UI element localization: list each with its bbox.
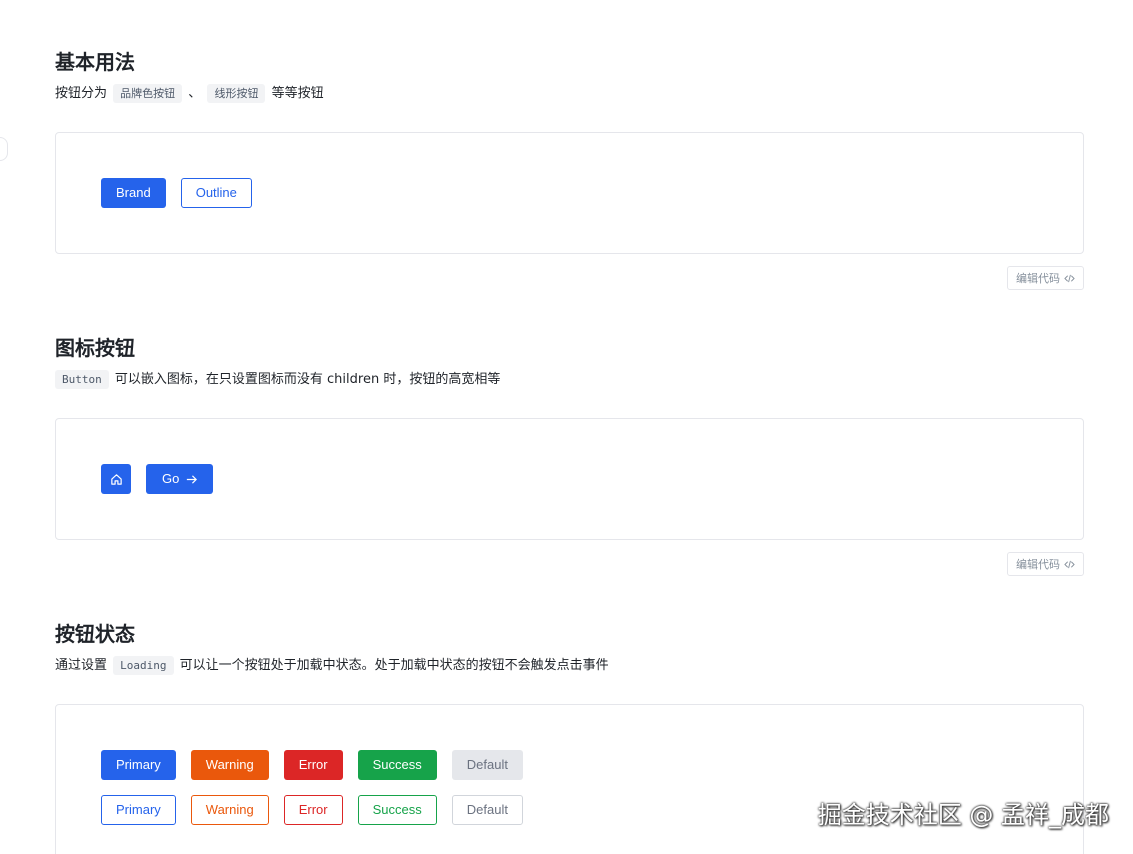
desc-text: 通过设置 bbox=[55, 658, 108, 673]
home-icon-button[interactable] bbox=[101, 464, 131, 494]
demo-box: Primary Warning Error Success Default Pr… bbox=[55, 704, 1084, 854]
solid-button-row: Primary Warning Error Success Default bbox=[101, 750, 523, 780]
demo-box: Go bbox=[55, 418, 1084, 540]
desc-text: 按钮分为 bbox=[55, 86, 108, 101]
watermark: 掘金技术社区 @ 孟祥_成都 bbox=[817, 801, 1109, 829]
go-label: Go bbox=[162, 471, 180, 486]
section-description: 按钮分为 品牌色按钮 、 线形按钮 等等按钮 bbox=[55, 84, 1084, 104]
section-title: 按钮状态 bbox=[55, 622, 135, 646]
edge-toggle[interactable] bbox=[0, 137, 8, 161]
warning-outline-button[interactable]: Warning bbox=[190, 795, 269, 825]
desc-text: 可以让一个按钮处于加载中状态。处于加载中状态的按钮不会触发点击事件 bbox=[179, 658, 609, 673]
outline-button-row: Primary Warning Error Success Default bbox=[101, 795, 523, 825]
desc-text: 可以嵌入图标，在只设置图标而没有 children 时，按钮的高宽相等 bbox=[114, 372, 501, 387]
desc-separator: 、 bbox=[188, 86, 202, 101]
edit-code-button[interactable]: 编辑代码 bbox=[1007, 266, 1084, 290]
brand-button[interactable]: Brand bbox=[101, 178, 166, 208]
button-row: Go bbox=[101, 464, 214, 494]
primary-button[interactable]: Primary bbox=[101, 750, 176, 780]
code-icon bbox=[1064, 274, 1075, 282]
go-button[interactable]: Go bbox=[146, 464, 214, 494]
section-description: Button 可以嵌入图标，在只设置图标而没有 children 时，按钮的高宽… bbox=[55, 370, 1084, 390]
button-row: Brand Outline bbox=[101, 178, 252, 208]
inline-code: Loading bbox=[113, 656, 174, 675]
default-outline-button[interactable]: Default bbox=[451, 795, 523, 825]
demo-box: Brand Outline bbox=[55, 132, 1084, 254]
home-icon bbox=[110, 473, 122, 485]
section-title: 基本用法 bbox=[55, 50, 135, 74]
code-icon bbox=[1064, 560, 1075, 568]
warning-button[interactable]: Warning bbox=[190, 750, 269, 780]
edit-code-button[interactable]: 编辑代码 bbox=[1007, 552, 1084, 576]
section-title: 图标按钮 bbox=[55, 336, 135, 360]
default-button[interactable]: Default bbox=[451, 750, 523, 780]
section-description: 通过设置 Loading 可以让一个按钮处于加载中状态。处于加载中状态的按钮不会… bbox=[55, 656, 1084, 676]
edit-code-label: 编辑代码 bbox=[1016, 558, 1060, 571]
page: 基本用法 按钮分为 品牌色按钮 、 线形按钮 等等按钮 Brand Outlin… bbox=[0, 0, 1133, 854]
success-button[interactable]: Success bbox=[357, 750, 437, 780]
section-basic: 基本用法 按钮分为 品牌色按钮 、 线形按钮 等等按钮 Brand Outlin… bbox=[55, 48, 1084, 290]
outline-button[interactable]: Outline bbox=[180, 178, 252, 208]
section-icon-button: 图标按钮 Button 可以嵌入图标，在只设置图标而没有 children 时，… bbox=[55, 334, 1084, 576]
error-button[interactable]: Error bbox=[283, 750, 343, 780]
desc-text: 等等按钮 bbox=[271, 86, 324, 101]
inline-code: 品牌色按钮 bbox=[113, 84, 183, 103]
inline-code: Button bbox=[55, 370, 109, 389]
inline-code: 线形按钮 bbox=[207, 84, 266, 103]
edit-row: 编辑代码 bbox=[55, 552, 1084, 576]
primary-outline-button[interactable]: Primary bbox=[101, 795, 176, 825]
edit-code-label: 编辑代码 bbox=[1016, 272, 1060, 285]
arrow-right-icon bbox=[187, 474, 198, 484]
error-outline-button[interactable]: Error bbox=[283, 795, 343, 825]
edit-row: 编辑代码 bbox=[55, 266, 1084, 290]
success-outline-button[interactable]: Success bbox=[357, 795, 437, 825]
